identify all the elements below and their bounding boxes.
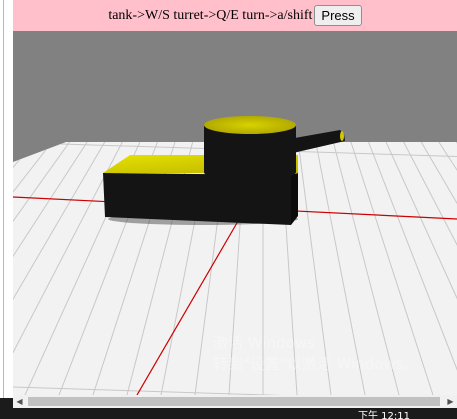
scroll-right-icon[interactable]: ▶ bbox=[444, 395, 457, 408]
watermark-line-2: 转到"设置"以激活 Windows。 bbox=[213, 355, 419, 373]
left-window-frame bbox=[0, 0, 13, 398]
scrollbar-thumb[interactable] bbox=[28, 397, 440, 406]
horizontal-scrollbar[interactable]: ◀ ▶ bbox=[13, 395, 457, 408]
taskbar-clock: 下午 12:11 bbox=[358, 411, 410, 419]
tank-gun-muzzle bbox=[340, 131, 344, 141]
game-viewport[interactable]: tank->W/S turret->Q/E turn->a/shift Pres… bbox=[13, 0, 457, 395]
control-hud: tank->W/S turret->Q/E turn->a/shift Pres… bbox=[13, 0, 457, 31]
controls-instructions: tank->W/S turret->Q/E turn->a/shift bbox=[108, 7, 313, 23]
tank-turret-bottom bbox=[204, 163, 296, 181]
tank-turret-top bbox=[204, 116, 296, 134]
taskbar: 下午 12:11 bbox=[0, 408, 457, 419]
tank-hull-front bbox=[103, 173, 291, 225]
watermark-line-1: 激活 Windows bbox=[213, 334, 315, 352]
left-window-border bbox=[3, 0, 4, 398]
scroll-left-icon[interactable]: ◀ bbox=[13, 395, 26, 408]
windows-activation-watermark: 激活 Windows 转到"设置"以激活 Windows。 bbox=[213, 333, 419, 375]
press-button[interactable]: Press bbox=[314, 5, 362, 26]
tank-hull-side bbox=[291, 173, 298, 225]
